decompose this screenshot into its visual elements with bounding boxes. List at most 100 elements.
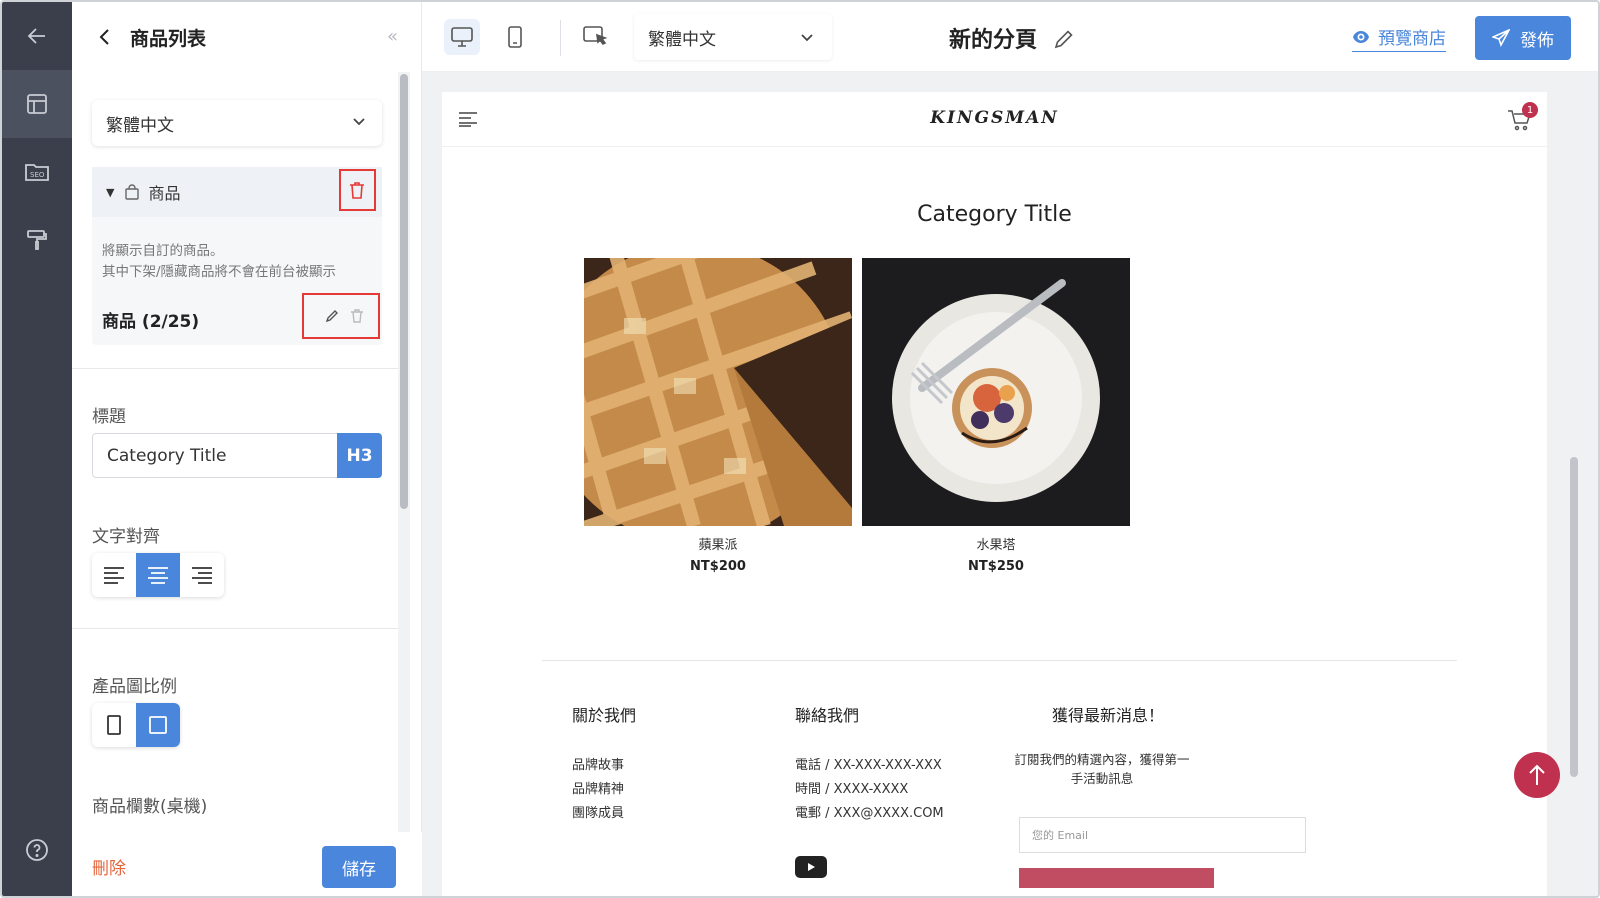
paper-plane-icon (1492, 29, 1510, 47)
text-align-label: 文字對齊 (92, 527, 160, 547)
align-right-icon (192, 567, 212, 584)
product-block: ▼ 商品 將顯示自訂的商品。 其中下架/隱藏商品將不會在前台被顯示 商品 (2/… (92, 167, 382, 345)
footer-contact-item: 電郵 / XXX@XXXX.COM (795, 806, 944, 821)
youtube-icon[interactable] (795, 856, 827, 878)
svg-text:SEO: SEO (30, 171, 45, 179)
shopping-bag-icon (125, 184, 140, 200)
layout-button[interactable] (2, 70, 80, 138)
portrait-ratio-icon (107, 715, 121, 735)
settings-panel: 商品列表 « 繁體中文 ▼ 商品 將顯示自訂的商品。 其中下架/隱藏商品將不會在… (72, 2, 422, 896)
divider (72, 628, 408, 629)
footer-about-link[interactable]: 團隊成員 (572, 802, 624, 821)
panel-header: 商品列表 « (72, 2, 422, 72)
seo-button[interactable]: SEO (2, 138, 72, 206)
panel-scroll-area: 繁體中文 ▼ 商品 將顯示自訂的商品。 其中下架/隱藏商品將不會在前台被顯示 商… (72, 72, 408, 832)
highlight-box (302, 293, 380, 339)
apple-pie-image[interactable] (584, 258, 852, 526)
theme-button[interactable] (2, 206, 72, 274)
footer-news-title: 獲得最新消息！ (1052, 706, 1165, 725)
product-card[interactable]: 蘋果派 NT$200 (584, 258, 852, 574)
layout-icon (27, 94, 47, 114)
square-ratio-icon (149, 716, 167, 734)
chevron-down-icon (801, 34, 813, 42)
chevron-down-icon (353, 118, 365, 126)
arrow-up-icon (1529, 764, 1545, 785)
footer-news-description: 訂閱我們的精選內容，獲得第一 手活動訊息 (1012, 750, 1192, 788)
caret-down-icon[interactable]: ▼ (106, 186, 114, 199)
footer-contact-item: 時間 / XXXX-XXXX (795, 782, 909, 797)
preview-store-link[interactable]: 預覽商店 (1352, 24, 1446, 52)
heading-level-button[interactable]: H3 (337, 433, 382, 478)
desktop-icon (451, 27, 473, 47)
description-line: 將顯示自訂的商品。 (102, 243, 224, 259)
select-element-button[interactable] (578, 19, 614, 55)
help-button[interactable] (2, 816, 72, 884)
play-icon (808, 863, 815, 871)
footer-about-link[interactable]: 品牌精神 (572, 778, 624, 797)
top-toolbar: 繁體中文 新的分頁 預覽商店 發佈 (422, 2, 1598, 72)
title-input[interactable]: Category Title H3 (92, 433, 382, 478)
cart-count-badge: 1 (1522, 102, 1538, 118)
product-block-description: 將顯示自訂的商品。 其中下架/隱藏商品將不會在前台被顯示 (102, 241, 382, 283)
editor-window: SEO 商品列表 « 繁體中文 ▼ 商品 將顯示自訂的商品。 其中下架/隱藏商品… (0, 0, 1600, 898)
back-to-top-button[interactable] (1514, 752, 1560, 798)
product-block-label: 商品 (148, 184, 181, 203)
product-card[interactable]: 水果塔 NT$250 (862, 258, 1130, 574)
side-rail: SEO (2, 2, 80, 896)
eye-icon (1353, 30, 1369, 43)
product-price: NT$250 (968, 559, 1024, 574)
product-name[interactable]: 蘋果派 (584, 534, 852, 553)
panel-footer: 刪除 儲存 (72, 832, 422, 896)
page-title-text: 新的分頁 (949, 28, 1038, 53)
product-count-label: 商品 (2/25) (102, 312, 200, 332)
publish-button[interactable]: 發佈 (1475, 16, 1571, 60)
footer-contact-title: 聯絡我們 (795, 706, 860, 725)
align-left-button[interactable] (92, 553, 136, 597)
divider (72, 368, 408, 369)
align-right-button[interactable] (180, 553, 224, 597)
top-language-value: 繁體中文 (648, 29, 716, 50)
brand-logo[interactable]: KINGSMAN (442, 108, 1547, 128)
align-center-button[interactable] (136, 553, 180, 597)
desktop-columns-label: 商品欄數(桌機) (92, 797, 208, 817)
top-language-select[interactable]: 繁體中文 (634, 14, 832, 60)
product-price: NT$200 (690, 559, 746, 574)
footer-about-title: 關於我們 (572, 706, 637, 725)
preview-canvas: KINGSMAN 1 Category Title 蘋果派 NT$200 水果塔… (422, 72, 1598, 896)
footer-about-link[interactable]: 品牌故事 (572, 754, 624, 773)
product-name[interactable]: 水果塔 (862, 534, 1130, 553)
ratio-square-button[interactable] (136, 703, 180, 747)
toolbar-separator (560, 20, 561, 56)
save-button[interactable]: 儲存 (322, 846, 396, 888)
ratio-portrait-button[interactable] (92, 703, 136, 747)
image-ratio-label: 產品圖比例 (92, 677, 177, 697)
news-desc-line: 訂閱我們的精選內容，獲得第一 (1014, 752, 1190, 767)
language-select-value: 繁體中文 (106, 115, 174, 136)
mobile-icon (508, 26, 522, 48)
paint-roller-icon (27, 230, 47, 250)
language-select[interactable]: 繁體中文 (92, 100, 382, 146)
trash-icon[interactable] (348, 180, 366, 200)
back-button[interactable] (2, 2, 72, 70)
align-left-icon (104, 567, 124, 584)
site-header: KINGSMAN 1 (442, 92, 1547, 147)
newsletter-email-input[interactable]: 您的 Email (1019, 817, 1306, 853)
trash-icon[interactable] (349, 308, 365, 324)
delete-link[interactable]: 刪除 (92, 854, 126, 879)
chevron-left-icon[interactable] (98, 28, 112, 46)
pencil-icon[interactable] (1053, 28, 1075, 50)
fruit-tart-image[interactable] (862, 258, 1130, 526)
page-title[interactable]: 新的分頁 (949, 22, 1075, 54)
image-ratio-group (92, 703, 180, 747)
mobile-view-button[interactable] (497, 19, 533, 55)
site-preview: KINGSMAN 1 Category Title 蘋果派 NT$200 水果塔… (442, 92, 1560, 896)
seo-folder-icon: SEO (25, 164, 49, 181)
desktop-view-button[interactable] (444, 19, 480, 55)
collapse-panel-icon[interactable]: « (387, 26, 398, 47)
panel-scrollbar-thumb[interactable] (400, 74, 408, 509)
subscribe-button[interactable] (1019, 868, 1214, 888)
canvas-scrollbar-thumb[interactable] (1570, 457, 1578, 777)
footer-divider (542, 660, 1457, 661)
title-input-value: Category Title (107, 445, 227, 466)
pencil-icon[interactable] (324, 308, 340, 324)
